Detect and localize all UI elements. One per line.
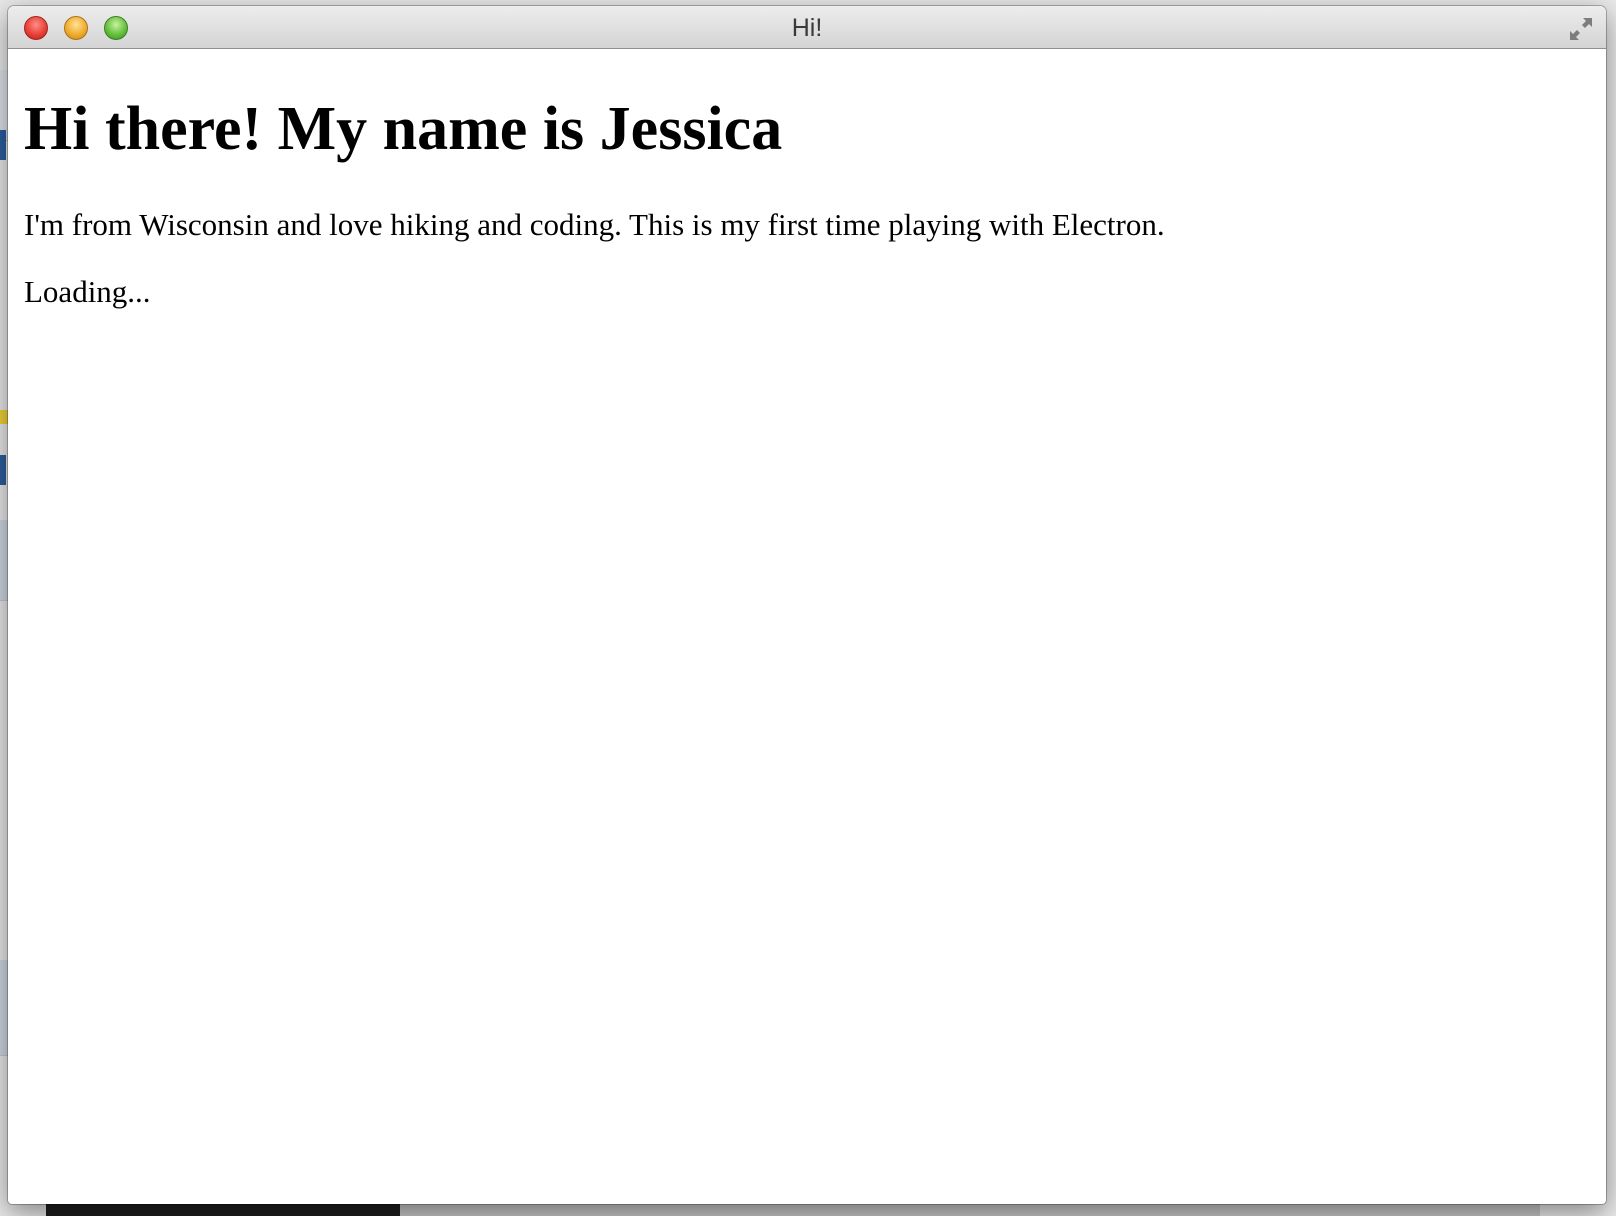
background-accent [0, 130, 6, 160]
loading-status: Loading... [24, 274, 151, 309]
window-titlebar[interactable]: Hi! [8, 6, 1606, 49]
background-accent [0, 455, 6, 485]
page-content: Hi there! My name is Jessica I'm from Wi… [8, 93, 1606, 310]
window-title: Hi! [791, 14, 823, 42]
fullscreen-icon[interactable] [1566, 14, 1596, 44]
page-heading: Hi there! My name is Jessica [24, 95, 783, 163]
intro-paragraph: I'm from Wisconsin and love hiking and c… [24, 207, 1165, 242]
app-window: Hi! Hi there! My name is Jessica I'm fro… [8, 6, 1606, 1204]
